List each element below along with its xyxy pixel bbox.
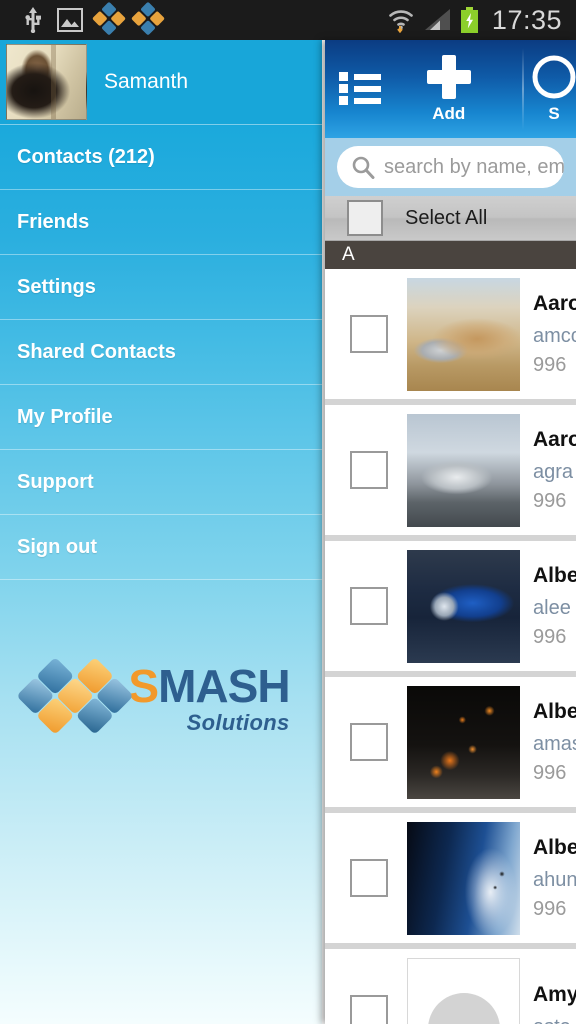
status-bar-clock: 17:35 <box>491 4 562 35</box>
contact-email: amas <box>533 732 576 755</box>
contact-name: Albe <box>533 563 576 587</box>
sidebar-item-settings[interactable]: Settings <box>0 255 322 320</box>
image-icon <box>57 8 83 32</box>
contact-phone: 996 <box>533 625 567 648</box>
add-button-label: Add <box>432 103 466 123</box>
contact-email: aste <box>533 1016 576 1024</box>
contact-email: alee <box>533 596 571 619</box>
smash-app-icon <box>91 1 128 39</box>
contact-checkbox[interactable] <box>350 451 388 489</box>
table-row[interactable]: Amy aste <box>325 949 576 1024</box>
contact-name: Aaro <box>533 427 576 451</box>
profile-name: Samanth <box>104 70 189 93</box>
contact-phone: 996 <box>533 353 567 376</box>
contact-photo <box>407 413 520 527</box>
search-placeholder: search by name, em <box>384 155 564 178</box>
search-icon <box>352 156 375 179</box>
brand-tagline: Solutions <box>186 709 290 735</box>
contact-name: Albe <box>533 835 576 859</box>
brand-logo-text: SMASH Solutions <box>128 659 290 735</box>
contact-email: amcc <box>533 324 576 347</box>
table-row[interactable]: Aaro agra 996 <box>325 405 576 541</box>
contact-details: Aaro amcc 996 <box>533 292 576 377</box>
contact-photo <box>407 685 520 799</box>
contact-checkbox[interactable] <box>350 723 388 761</box>
sidebar-item-sign-out[interactable]: Sign out <box>0 515 322 580</box>
sidebar-item-label: Contacts (212) <box>17 145 155 168</box>
add-button[interactable]: Add <box>395 40 502 138</box>
section-letter: A <box>342 244 355 265</box>
sidebar-item-label: Shared Contacts <box>17 340 176 363</box>
contact-photo <box>407 549 520 663</box>
select-all-label: Select All <box>405 206 488 229</box>
status-bar: 17:35 <box>0 0 576 40</box>
contact-email: agra <box>533 460 574 483</box>
search-input[interactable]: search by name, em <box>337 146 564 188</box>
sidebar-item-contacts[interactable]: Contacts (212) <box>0 125 322 190</box>
table-row[interactable]: Aaro amcc 996 <box>325 269 576 405</box>
contact-photo <box>407 957 520 1024</box>
table-row[interactable]: Albe alee 996 <box>325 541 576 677</box>
brand-name: MASH <box>158 659 290 712</box>
contact-details: Albe alee 996 <box>533 564 576 649</box>
sidebar-item-support[interactable]: Support <box>0 450 322 515</box>
table-row[interactable]: Albe ahun 996 <box>325 813 576 949</box>
contact-checkbox[interactable] <box>350 315 388 353</box>
share-button[interactable]: S <box>502 40 576 138</box>
contact-phone: 996 <box>533 761 567 784</box>
smash-app-icon <box>130 1 167 39</box>
plus-icon <box>426 54 471 99</box>
share-button-label: S <box>548 103 560 123</box>
contact-name: Albe <box>533 699 576 723</box>
contact-name: Amy <box>533 983 576 1006</box>
sidebar-item-label: Settings <box>17 275 96 298</box>
section-header-a: A <box>325 241 576 269</box>
sidebar-item-label: Friends <box>17 210 90 233</box>
navigation-drawer: Samanth Contacts (212) Friends Settings … <box>0 40 322 1024</box>
contact-name: Aaro <box>533 291 576 315</box>
contact-email: ahun <box>533 868 576 891</box>
brand-name-accent: S <box>128 659 159 712</box>
circle-icon <box>532 55 576 98</box>
contact-checkbox[interactable] <box>350 587 388 625</box>
usb-icon <box>25 7 41 33</box>
app-screen: 17:35 Samanth Contacts (212) Friends Set… <box>0 0 576 1024</box>
search-bar: search by name, em <box>325 138 576 196</box>
table-row[interactable]: Albe amas 996 <box>325 677 576 813</box>
drawer-profile-header[interactable]: Samanth <box>0 40 322 125</box>
sidebar-item-label: Support <box>17 470 94 493</box>
contact-list: Aaro amcc 996 Aaro agra 996 Albe alee 996 Albe ama… <box>325 269 576 1024</box>
select-all-checkbox[interactable] <box>347 200 383 236</box>
contact-phone: 996 <box>533 897 567 920</box>
sidebar-item-shared-contacts[interactable]: Shared Contacts <box>0 320 322 385</box>
status-bar-system: 17:35 <box>387 5 576 36</box>
sidebar-item-friends[interactable]: Friends <box>0 190 322 255</box>
contact-checkbox[interactable] <box>350 859 388 897</box>
list-view-button[interactable] <box>325 40 395 138</box>
wifi-icon <box>389 10 413 33</box>
select-all-row[interactable]: Select All <box>325 196 576 241</box>
status-bar-notifications <box>0 1 165 36</box>
contact-details: Albe ahun 996 <box>533 836 576 921</box>
sidebar-item-label: Sign out <box>17 535 97 558</box>
contact-details: Aaro agra 996 <box>533 428 576 513</box>
smash-logo-icon <box>15 637 137 759</box>
avatar <box>6 44 87 120</box>
signal-icon <box>424 9 450 30</box>
battery-charging-icon <box>460 7 478 33</box>
contact-checkbox[interactable] <box>350 995 388 1024</box>
contacts-panel: Add S search by name, em Select All A Aa… <box>325 40 576 1024</box>
list-view-icon <box>339 72 382 106</box>
action-bar: Add S <box>325 40 576 138</box>
brand-logo: SMASH Solutions <box>0 655 322 741</box>
contact-details: Amy aste <box>533 983 576 1024</box>
contact-photo <box>407 821 520 935</box>
sidebar-item-label: My Profile <box>17 405 113 428</box>
contact-details: Albe amas 996 <box>533 700 576 785</box>
contact-phone: 996 <box>533 489 567 512</box>
sidebar-item-my-profile[interactable]: My Profile <box>0 385 322 450</box>
contact-photo <box>407 277 520 391</box>
